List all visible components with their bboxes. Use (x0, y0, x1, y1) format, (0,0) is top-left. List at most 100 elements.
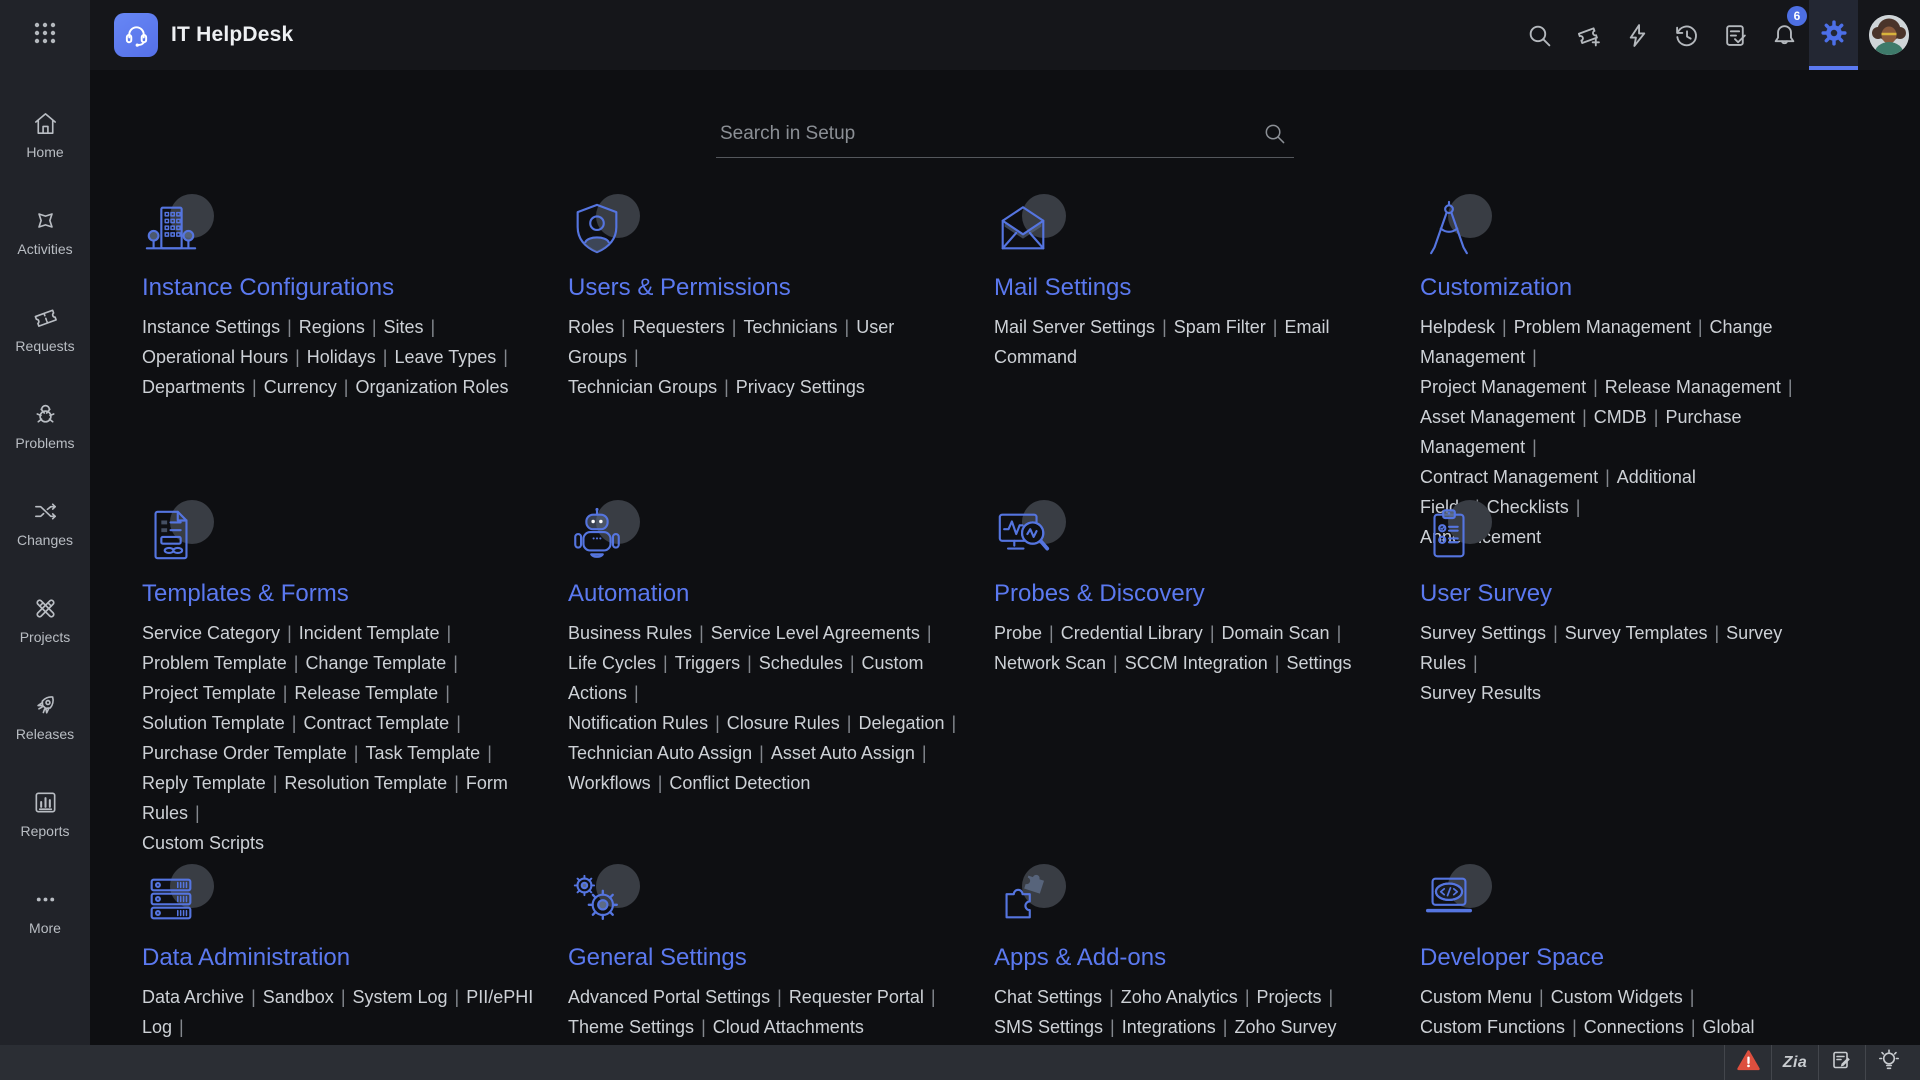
category-title[interactable]: Apps & Add-ons (994, 944, 1400, 972)
setup-link[interactable]: Service Category (142, 623, 280, 643)
category-title[interactable]: Instance Configurations (142, 274, 548, 302)
setup-link[interactable]: Notification Rules (568, 713, 708, 733)
apps-grid-button[interactable] (0, 0, 90, 70)
setup-link[interactable]: Survey Results (1420, 683, 1541, 703)
setup-link[interactable]: Contract Management (1420, 467, 1598, 487)
setup-link[interactable]: Contract Template (303, 713, 449, 733)
sidebar-item-more[interactable]: More (0, 862, 90, 959)
category-title[interactable]: Customization (1420, 274, 1826, 302)
search-button[interactable] (1515, 0, 1564, 70)
setup-link[interactable]: Settings (1286, 653, 1351, 673)
setup-link[interactable]: Schedules (759, 653, 843, 673)
category-title[interactable]: Templates & Forms (142, 580, 548, 608)
approvals-button[interactable] (1711, 0, 1760, 70)
setup-link[interactable]: Connections (1584, 1017, 1684, 1037)
setup-link[interactable]: Project Template (142, 683, 276, 703)
setup-link[interactable]: Projects (1257, 987, 1322, 1007)
setup-link[interactable]: Delegation (858, 713, 944, 733)
setup-link[interactable]: SCCM Integration (1125, 653, 1268, 673)
search-icon[interactable] (1263, 122, 1286, 150)
sidebar-item-activities[interactable]: Activities (0, 183, 90, 280)
setup-link[interactable]: Chat Settings (994, 987, 1102, 1007)
setup-link[interactable]: Organization Roles (355, 377, 508, 397)
theme-toggle-button[interactable] (1865, 1045, 1912, 1080)
sidebar-item-projects[interactable]: Projects (0, 571, 90, 668)
setup-link[interactable]: Network Scan (994, 653, 1106, 673)
setup-link[interactable]: Resolution Template (284, 773, 447, 793)
setup-link[interactable]: Requester Portal (789, 987, 924, 1007)
setup-link[interactable]: Custom Scripts (142, 833, 264, 853)
setup-link[interactable]: Release Management (1605, 377, 1781, 397)
setup-link[interactable]: Departments (142, 377, 245, 397)
setup-link[interactable]: Sandbox (263, 987, 334, 1007)
setup-link[interactable]: Reply Template (142, 773, 266, 793)
setup-link[interactable]: Instance Settings (142, 317, 280, 337)
setup-link[interactable]: Credential Library (1061, 623, 1203, 643)
setup-link[interactable]: Technician Auto Assign (568, 743, 752, 763)
setup-link[interactable]: Data Archive (142, 987, 244, 1007)
setup-link[interactable]: Custom Functions (1420, 1017, 1565, 1037)
setup-link[interactable]: Roles (568, 317, 614, 337)
setup-link[interactable]: Custom Menu (1420, 987, 1532, 1007)
sidebar-item-changes[interactable]: Changes (0, 474, 90, 571)
setup-link[interactable]: Holidays (307, 347, 376, 367)
setup-link[interactable]: Release Template (294, 683, 438, 703)
category-title[interactable]: Probes & Discovery (994, 580, 1400, 608)
category-title[interactable]: General Settings (568, 944, 974, 972)
setup-link[interactable]: Workflows (568, 773, 651, 793)
setup-link[interactable]: Survey Settings (1420, 623, 1546, 643)
feedback-button[interactable] (1818, 1045, 1865, 1080)
setup-link[interactable]: Task Template (365, 743, 480, 763)
setup-link[interactable]: Service Level Agreements (711, 623, 920, 643)
setup-link[interactable]: Purchase Order Template (142, 743, 347, 763)
setup-link[interactable]: Integrations (1122, 1017, 1216, 1037)
setup-link[interactable]: Business Rules (568, 623, 692, 643)
setup-link[interactable]: Asset Auto Assign (771, 743, 915, 763)
setup-link[interactable]: Requesters (633, 317, 725, 337)
quick-actions-button[interactable] (1613, 0, 1662, 70)
setup-link[interactable]: Spam Filter (1174, 317, 1266, 337)
category-title[interactable]: Automation (568, 580, 974, 608)
alerts-button[interactable] (1724, 1045, 1771, 1080)
settings-button[interactable] (1809, 0, 1858, 70)
setup-link[interactable]: Asset Management (1420, 407, 1575, 427)
setup-link[interactable]: Advanced Portal Settings (568, 987, 770, 1007)
setup-link[interactable]: Privacy Settings (736, 377, 865, 397)
category-title[interactable]: User Survey (1420, 580, 1826, 608)
setup-link[interactable]: Currency (264, 377, 337, 397)
setup-link[interactable]: Regions (299, 317, 365, 337)
setup-link[interactable]: Domain Scan (1222, 623, 1330, 643)
setup-link[interactable]: Change Template (305, 653, 446, 673)
category-title[interactable]: Users & Permissions (568, 274, 974, 302)
setup-link[interactable]: Life Cycles (568, 653, 656, 673)
setup-link[interactable]: Theme Settings (568, 1017, 694, 1037)
setup-link[interactable]: Problem Template (142, 653, 287, 673)
sidebar-item-reports[interactable]: Reports (0, 765, 90, 862)
setup-link[interactable]: Incident Template (299, 623, 440, 643)
category-title[interactable]: Developer Space (1420, 944, 1826, 972)
setup-link[interactable]: Survey Templates (1565, 623, 1708, 643)
setup-link[interactable]: Probe (994, 623, 1042, 643)
setup-link[interactable]: SMS Settings (994, 1017, 1103, 1037)
sidebar-item-problems[interactable]: Problems (0, 377, 90, 474)
user-menu-button[interactable] (1858, 0, 1920, 70)
category-title[interactable]: Data Administration (142, 944, 548, 972)
zia-button[interactable]: Zia (1771, 1045, 1818, 1080)
history-button[interactable] (1662, 0, 1711, 70)
app-logo[interactable]: IT HelpDesk (90, 0, 293, 70)
setup-link[interactable]: Helpdesk (1420, 317, 1495, 337)
setup-link[interactable]: Closure Rules (727, 713, 840, 733)
setup-link[interactable]: Problem Management (1514, 317, 1691, 337)
setup-link[interactable]: Triggers (675, 653, 740, 673)
setup-link[interactable]: CMDB (1594, 407, 1647, 427)
category-title[interactable]: Mail Settings (994, 274, 1400, 302)
setup-link[interactable]: Operational Hours (142, 347, 288, 367)
sidebar-item-releases[interactable]: Releases (0, 668, 90, 765)
setup-link[interactable]: Technician Groups (568, 377, 717, 397)
setup-link[interactable]: Solution Template (142, 713, 285, 733)
setup-link[interactable]: Zoho Survey (1234, 1017, 1336, 1037)
sidebar-item-home[interactable]: Home (0, 86, 90, 183)
setup-link[interactable]: System Log (353, 987, 448, 1007)
setup-link[interactable]: Sites (384, 317, 424, 337)
sidebar-item-requests[interactable]: Requests (0, 280, 90, 377)
